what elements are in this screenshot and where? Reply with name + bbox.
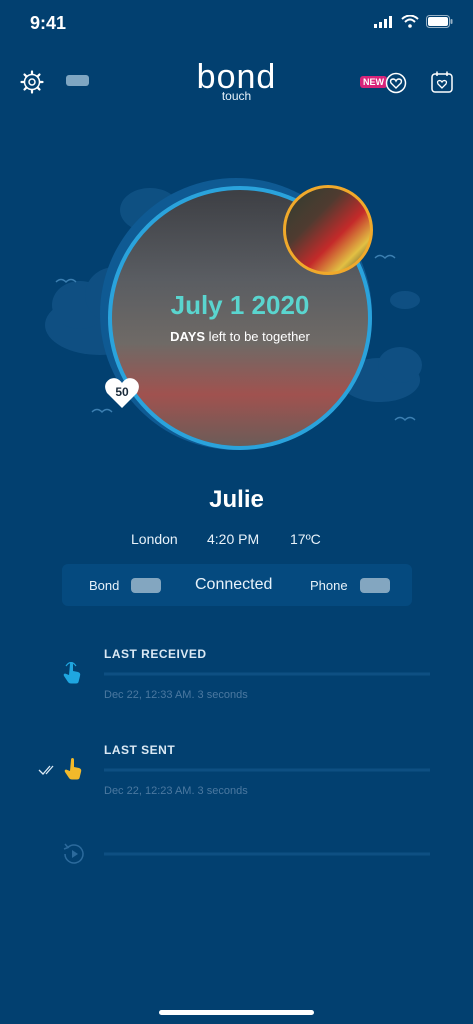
status-icons	[374, 15, 453, 28]
double-check-icon	[38, 765, 54, 775]
phone-label: Phone	[310, 578, 348, 593]
new-badge: NEW	[360, 76, 387, 88]
partner-city: London	[131, 531, 178, 547]
received-pattern	[104, 672, 430, 676]
status-time: 9:41	[30, 13, 67, 33]
replay-pattern	[104, 852, 430, 856]
last-received-meta: Dec 22, 12:33 AM. 3 seconds	[104, 689, 248, 701]
battery-status-icon	[426, 15, 453, 28]
connection-status: Connected	[195, 576, 273, 593]
new-heart-button[interactable]: NEW	[360, 71, 408, 95]
bond-label: Bond	[89, 578, 120, 593]
last-received-title: LAST RECEIVED	[104, 647, 207, 661]
bond-battery-icon	[131, 578, 161, 593]
countdown-caption-rest: left to be together	[205, 329, 310, 344]
partner-time: 4:20 PM	[207, 531, 260, 547]
sent-hand-icon[interactable]	[64, 758, 84, 780]
wifi-icon	[401, 15, 419, 28]
replay-icon[interactable]	[61, 841, 87, 867]
partner-name: Julie	[209, 486, 264, 513]
signal-icon	[374, 15, 392, 28]
home-indicator[interactable]	[159, 1010, 314, 1015]
countdown-caption: DAYS left to be together	[108, 329, 372, 344]
touch-hand-icon[interactable]	[63, 662, 83, 684]
partner-temperature: 17ºC	[290, 531, 321, 547]
calendar-heart-icon[interactable]	[430, 70, 454, 94]
countdown-date: July 1 2020	[170, 290, 310, 320]
last-sent-title: LAST SENT	[104, 743, 176, 757]
new-heart-icon	[385, 72, 407, 94]
countdown-caption-bold: DAYS	[170, 329, 206, 344]
sent-pattern	[104, 768, 430, 772]
last-sent-meta: Dec 22, 12:23 AM. 3 seconds	[104, 785, 248, 797]
partner-avatar[interactable]	[283, 185, 373, 275]
heart-count: 50	[115, 385, 129, 399]
phone-battery-icon	[360, 578, 390, 593]
